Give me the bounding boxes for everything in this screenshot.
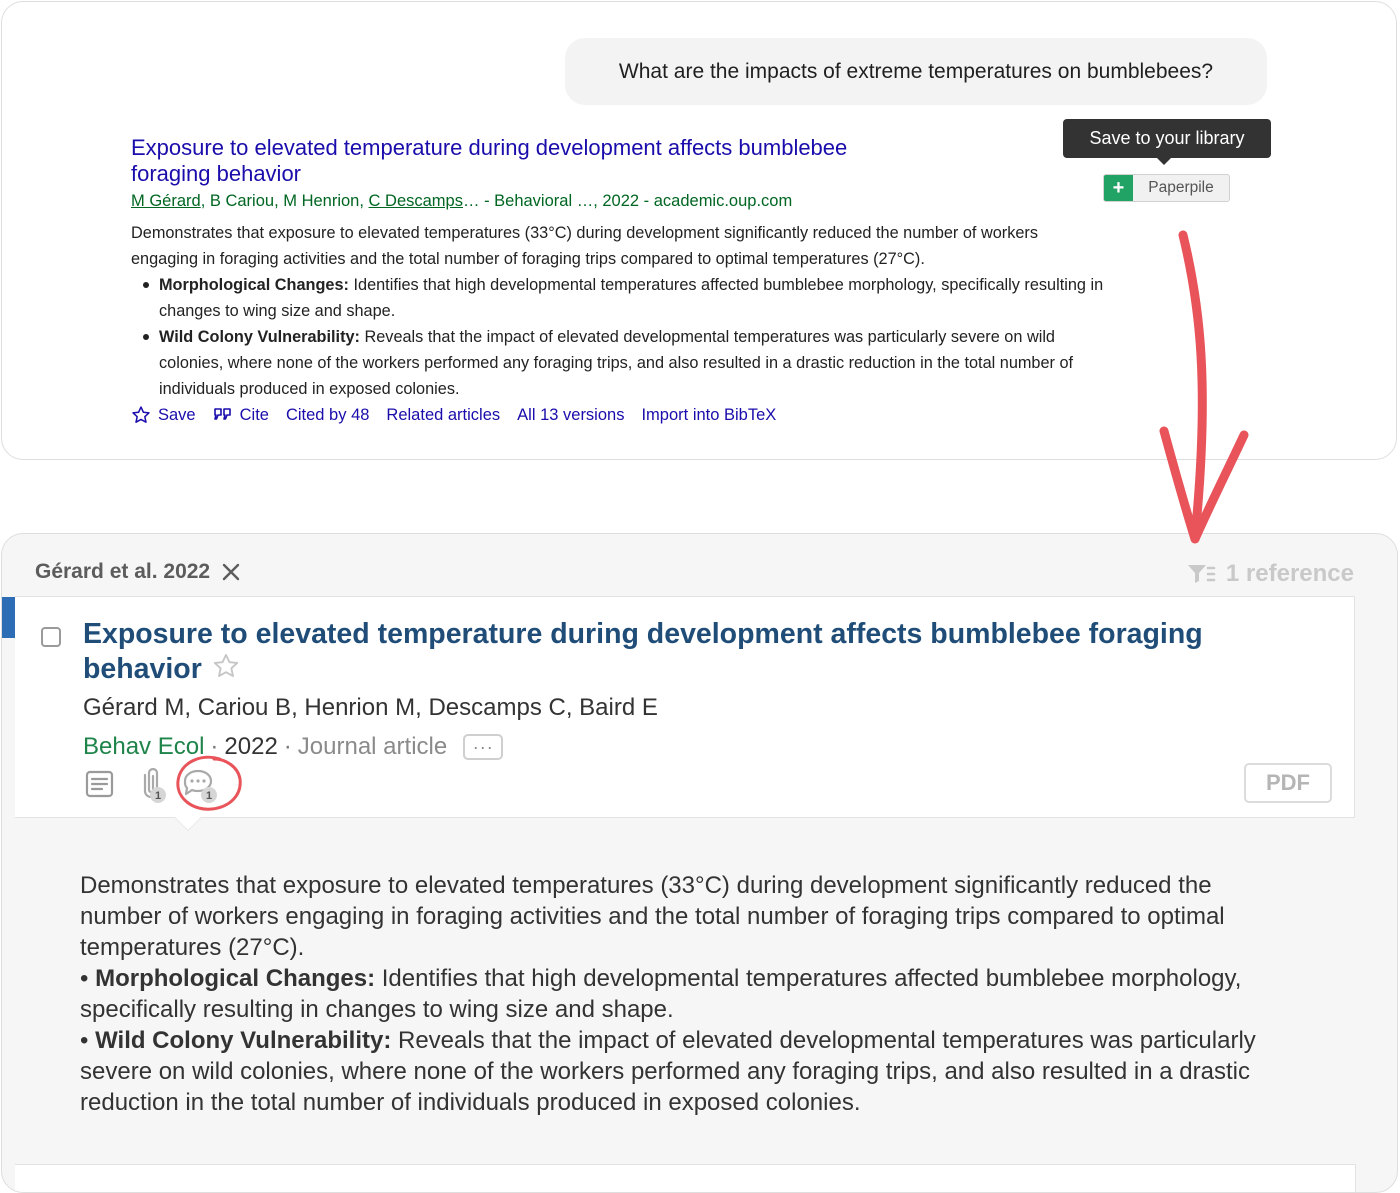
note-bullet: • Morphological Changes: Identifies that… — [80, 963, 1290, 1025]
result-bullets: Morphological Changes: Identifies that h… — [131, 272, 1121, 402]
bullet-char: • — [80, 1027, 89, 1054]
note-bullet: • Wild Colony Vulnerability: Reveals tha… — [80, 1025, 1290, 1118]
note-bullet-label: Morphological Changes: — [95, 965, 376, 992]
more-options-button[interactable]: ··· — [463, 734, 504, 760]
filter-icon[interactable] — [1186, 562, 1216, 586]
result-source: … - Behavioral …, 2022 - academic.oup.co… — [462, 192, 793, 210]
quote-icon — [213, 408, 231, 420]
notes-icon[interactable] — [85, 769, 115, 799]
item-title-text: Exposure to elevated temperature during … — [83, 618, 1203, 685]
item-meta: Behav Ecol · 2022 · Journal article ··· — [83, 733, 504, 761]
reference-count: 1 reference — [1186, 560, 1354, 588]
star-outline-icon — [213, 653, 238, 677]
bullet-label: Wild Colony Vulnerability: — [159, 328, 360, 346]
save-label: Save — [158, 405, 196, 424]
note-summary: Demonstrates that exposure to elevated t… — [80, 872, 1225, 961]
result-actions: Save Cite Cited by 48 Related articles A… — [131, 405, 776, 425]
author-text: B Cariou — [209, 192, 275, 210]
item-authors: Gérard M, Cariou B, Henrion M, Descamps … — [83, 694, 658, 721]
author-text: M Henrion — [283, 192, 360, 210]
cited-by-link[interactable]: Cited by 48 — [286, 406, 369, 425]
all-versions-link[interactable]: All 13 versions — [517, 406, 624, 425]
reference-tab[interactable]: Gérard et al. 2022 — [35, 560, 240, 584]
result-title-line2: foraging behavior — [131, 161, 302, 186]
reference-count-label: 1 reference — [1225, 560, 1354, 587]
item-checkbox[interactable] — [41, 627, 61, 647]
author-link[interactable]: C Descamps — [369, 192, 463, 210]
bullet-label: Morphological Changes: — [159, 276, 349, 294]
query-bubble: What are the impacts of extreme temperat… — [565, 38, 1267, 105]
paperclip-icon[interactable]: 1 — [137, 767, 171, 803]
attachment-count: 1 — [155, 790, 161, 802]
cite-label: Cite — [239, 405, 269, 424]
author-link[interactable]: M Gérard — [131, 192, 201, 210]
meta-separator: · — [283, 733, 292, 760]
item-icon-row: 1 1 — [85, 755, 285, 811]
plus-icon: + — [1104, 175, 1133, 201]
result-bullet: Wild Colony Vulnerability: Reveals that … — [131, 324, 1121, 402]
star-outline-icon — [132, 406, 150, 423]
note-bullet-label: Wild Colony Vulnerability: — [95, 1027, 392, 1054]
library-panel: Gérard et al. 2022 1 reference Exposure … — [1, 533, 1398, 1193]
next-item-edge — [15, 1164, 1356, 1192]
author-sep: , — [200, 192, 210, 210]
selection-indicator — [2, 597, 15, 638]
result-bullet: Morphological Changes: Identifies that h… — [131, 272, 1121, 324]
bullet-char: • — [80, 965, 89, 992]
import-bibtex-link[interactable]: Import into BibTeX — [641, 406, 776, 425]
author-sep: , — [359, 192, 369, 210]
result-summary: Demonstrates that exposure to elevated t… — [131, 224, 1038, 268]
pdf-button[interactable]: PDF — [1244, 763, 1332, 803]
item-type: Journal article — [297, 733, 448, 760]
author-sep: , — [274, 192, 284, 210]
star-button[interactable] — [212, 652, 240, 689]
highlight-circle-annotation — [176, 755, 242, 811]
tab-label: Gérard et al. 2022 — [35, 560, 211, 583]
paperpile-button[interactable]: + Paperpile — [1103, 174, 1230, 202]
related-articles-link[interactable]: Related articles — [386, 406, 500, 425]
cite-link[interactable]: Cite — [213, 406, 269, 425]
result-title-line1: Exposure to elevated temperature during … — [131, 135, 848, 160]
note-content[interactable]: Demonstrates that exposure to elevated t… — [80, 870, 1290, 1118]
item-title[interactable]: Exposure to elevated temperature during … — [83, 617, 1243, 689]
paperpile-label: Paperpile — [1148, 179, 1214, 196]
red-arrow-annotation — [1159, 230, 1249, 544]
save-link[interactable]: Save — [131, 405, 196, 425]
save-tooltip: Save to your library — [1063, 119, 1271, 165]
result-meta: M Gérard, B Cariou, M Henrion, C Descamp… — [131, 192, 792, 211]
notes-caret — [175, 817, 201, 830]
result-title-link[interactable]: Exposure to elevated temperature during … — [131, 135, 931, 187]
close-icon[interactable] — [222, 563, 240, 581]
reference-item[interactable]: Exposure to elevated temperature during … — [15, 596, 1355, 818]
